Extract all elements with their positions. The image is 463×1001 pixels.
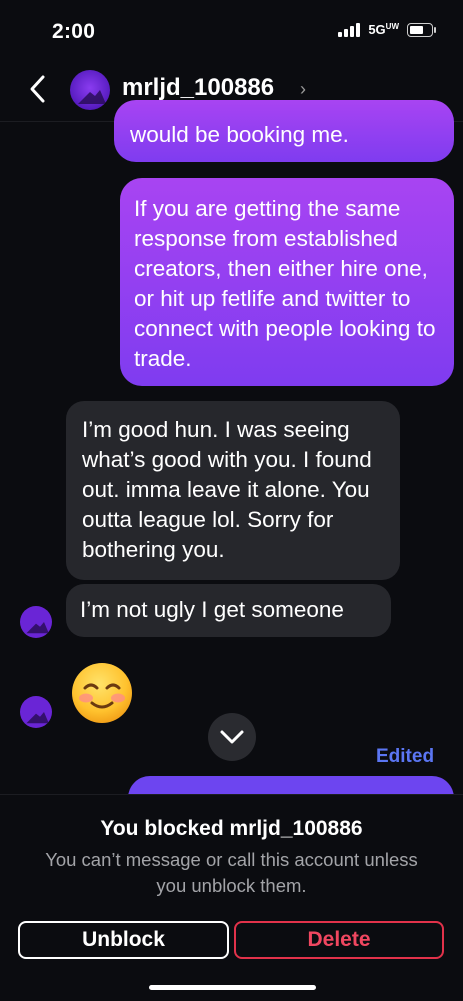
chevron-down-icon bbox=[220, 730, 244, 744]
status-bar: 2:00 5GUW bbox=[0, 0, 463, 60]
blocked-subtitle: You can’t message or call this account u… bbox=[45, 849, 418, 896]
status-icons: 5GUW bbox=[338, 22, 436, 37]
avatar[interactable] bbox=[70, 70, 110, 110]
status-time: 2:00 bbox=[52, 20, 96, 43]
chat-username[interactable]: mrljd_100886 bbox=[122, 74, 274, 102]
blocked-footer: You blocked mrljd_100886 You can’t messa… bbox=[0, 794, 463, 1001]
signal-icon bbox=[338, 22, 361, 37]
edited-label[interactable]: Edited bbox=[376, 746, 434, 768]
sender-avatar[interactable] bbox=[20, 696, 52, 728]
message-bubble-incoming[interactable]: I’m good hun. I was seeing what’s good w… bbox=[66, 401, 400, 580]
message-bubble-outgoing[interactable]: would be booking me. bbox=[114, 100, 454, 162]
chevron-right-icon[interactable]: › bbox=[300, 79, 306, 100]
message-bubble-incoming[interactable]: I’m not ugly I get someone bbox=[66, 584, 391, 637]
blocked-title: You blocked mrljd_100886 bbox=[100, 817, 363, 840]
sender-avatar[interactable] bbox=[20, 606, 52, 638]
unblock-button[interactable]: Unblock bbox=[18, 921, 229, 959]
delete-button[interactable]: Delete bbox=[234, 921, 444, 959]
battery-icon bbox=[407, 22, 436, 37]
back-button[interactable] bbox=[24, 72, 52, 106]
emoji-smiling-face-with-blush[interactable] bbox=[70, 661, 134, 725]
network-label: 5GUW bbox=[368, 22, 399, 37]
scroll-to-bottom-button[interactable] bbox=[208, 713, 256, 761]
chevron-left-icon bbox=[30, 75, 45, 103]
message-bubble-outgoing[interactable]: If you are getting the same response fro… bbox=[120, 178, 454, 386]
home-indicator bbox=[149, 985, 316, 990]
